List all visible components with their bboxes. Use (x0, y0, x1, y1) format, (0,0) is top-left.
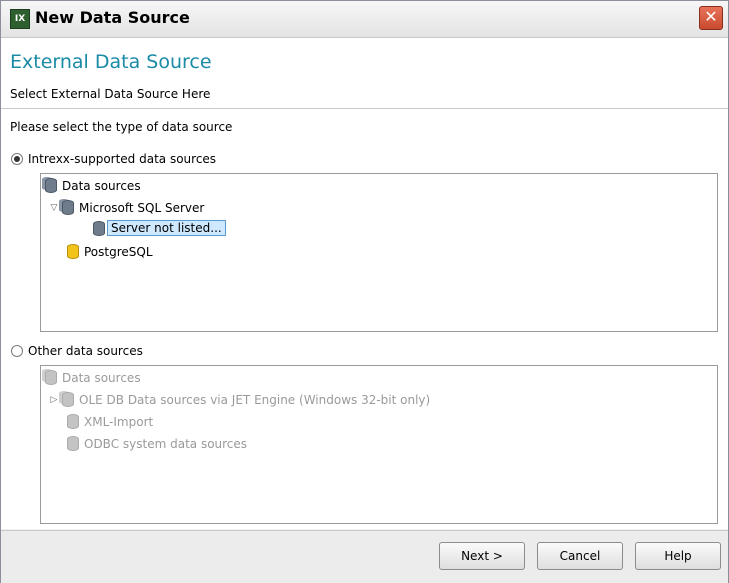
other-sources-radio[interactable] (11, 345, 23, 357)
help-button[interactable]: Help (635, 542, 721, 570)
database-icon (45, 370, 57, 385)
tree-item-xml-import: XML-Import (67, 414, 153, 429)
collapse-arrow-icon[interactable]: ▽ (49, 203, 59, 213)
database-icon (67, 414, 79, 429)
database-icon (93, 220, 105, 236)
tree-item-label: ODBC system data sources (84, 436, 248, 451)
window-title: New Data Source (35, 8, 190, 27)
tree-item-postgresql[interactable]: PostgreSQL (67, 244, 153, 259)
supported-sources-tree[interactable]: Data sources ▽ Microsoft SQL Server Serv… (40, 173, 718, 332)
wizard-content: Please select the type of data source In… (1, 109, 728, 529)
tree-item-data-sources[interactable]: Data sources (45, 178, 141, 193)
new-data-source-dialog: IX New Data Source ✕ External Data Sourc… (0, 0, 729, 583)
title-bar[interactable]: IX New Data Source ✕ (1, 1, 728, 38)
database-icon (62, 200, 74, 215)
supported-sources-radio[interactable] (11, 153, 23, 165)
header-title: External Data Source (10, 51, 212, 73)
tree-item-label: XML-Import (84, 414, 154, 429)
tree-item-label: PostgreSQL (84, 244, 153, 259)
tree-item-label: Data sources (62, 370, 141, 385)
database-icon (67, 244, 79, 259)
app-icon: IX (10, 9, 30, 29)
tree-item-label: Server not listed... (107, 220, 226, 236)
other-sources-label: Other data sources (28, 344, 143, 358)
other-sources-tree[interactable]: Data sources ▷ OLE DB Data sources via J… (40, 365, 718, 524)
supported-sources-option[interactable]: Intrexx-supported data sources (11, 152, 216, 166)
cancel-button[interactable]: Cancel (537, 542, 623, 570)
tree-item-mssql[interactable]: ▽ Microsoft SQL Server (49, 200, 204, 215)
tree-item-other-data-sources: Data sources (45, 370, 141, 385)
tree-item-server-not-listed[interactable]: Server not listed... (93, 220, 226, 236)
tree-item-odbc: ODBC system data sources (67, 436, 247, 451)
close-button[interactable]: ✕ (699, 6, 723, 30)
database-icon (62, 392, 74, 407)
next-button[interactable]: Next > (439, 542, 525, 570)
wizard-header: External Data Source Select External Dat… (1, 38, 728, 109)
supported-sources-label: Intrexx-supported data sources (28, 152, 217, 166)
button-bar: Next > Cancel Help (1, 530, 728, 583)
database-icon (45, 178, 57, 193)
header-subtitle: Select External Data Source Here (10, 87, 211, 101)
tree-item-oledb: ▷ OLE DB Data sources via JET Engine (Wi… (49, 392, 430, 407)
tree-item-label: Data sources (62, 178, 141, 193)
other-sources-option[interactable]: Other data sources (11, 344, 143, 358)
database-icon (67, 436, 79, 451)
tree-item-label: Microsoft SQL Server (79, 200, 205, 215)
tree-item-label: OLE DB Data sources via JET Engine (Wind… (79, 392, 431, 407)
instruction-text: Please select the type of data source (10, 120, 233, 134)
expand-arrow-icon: ▷ (50, 394, 58, 405)
